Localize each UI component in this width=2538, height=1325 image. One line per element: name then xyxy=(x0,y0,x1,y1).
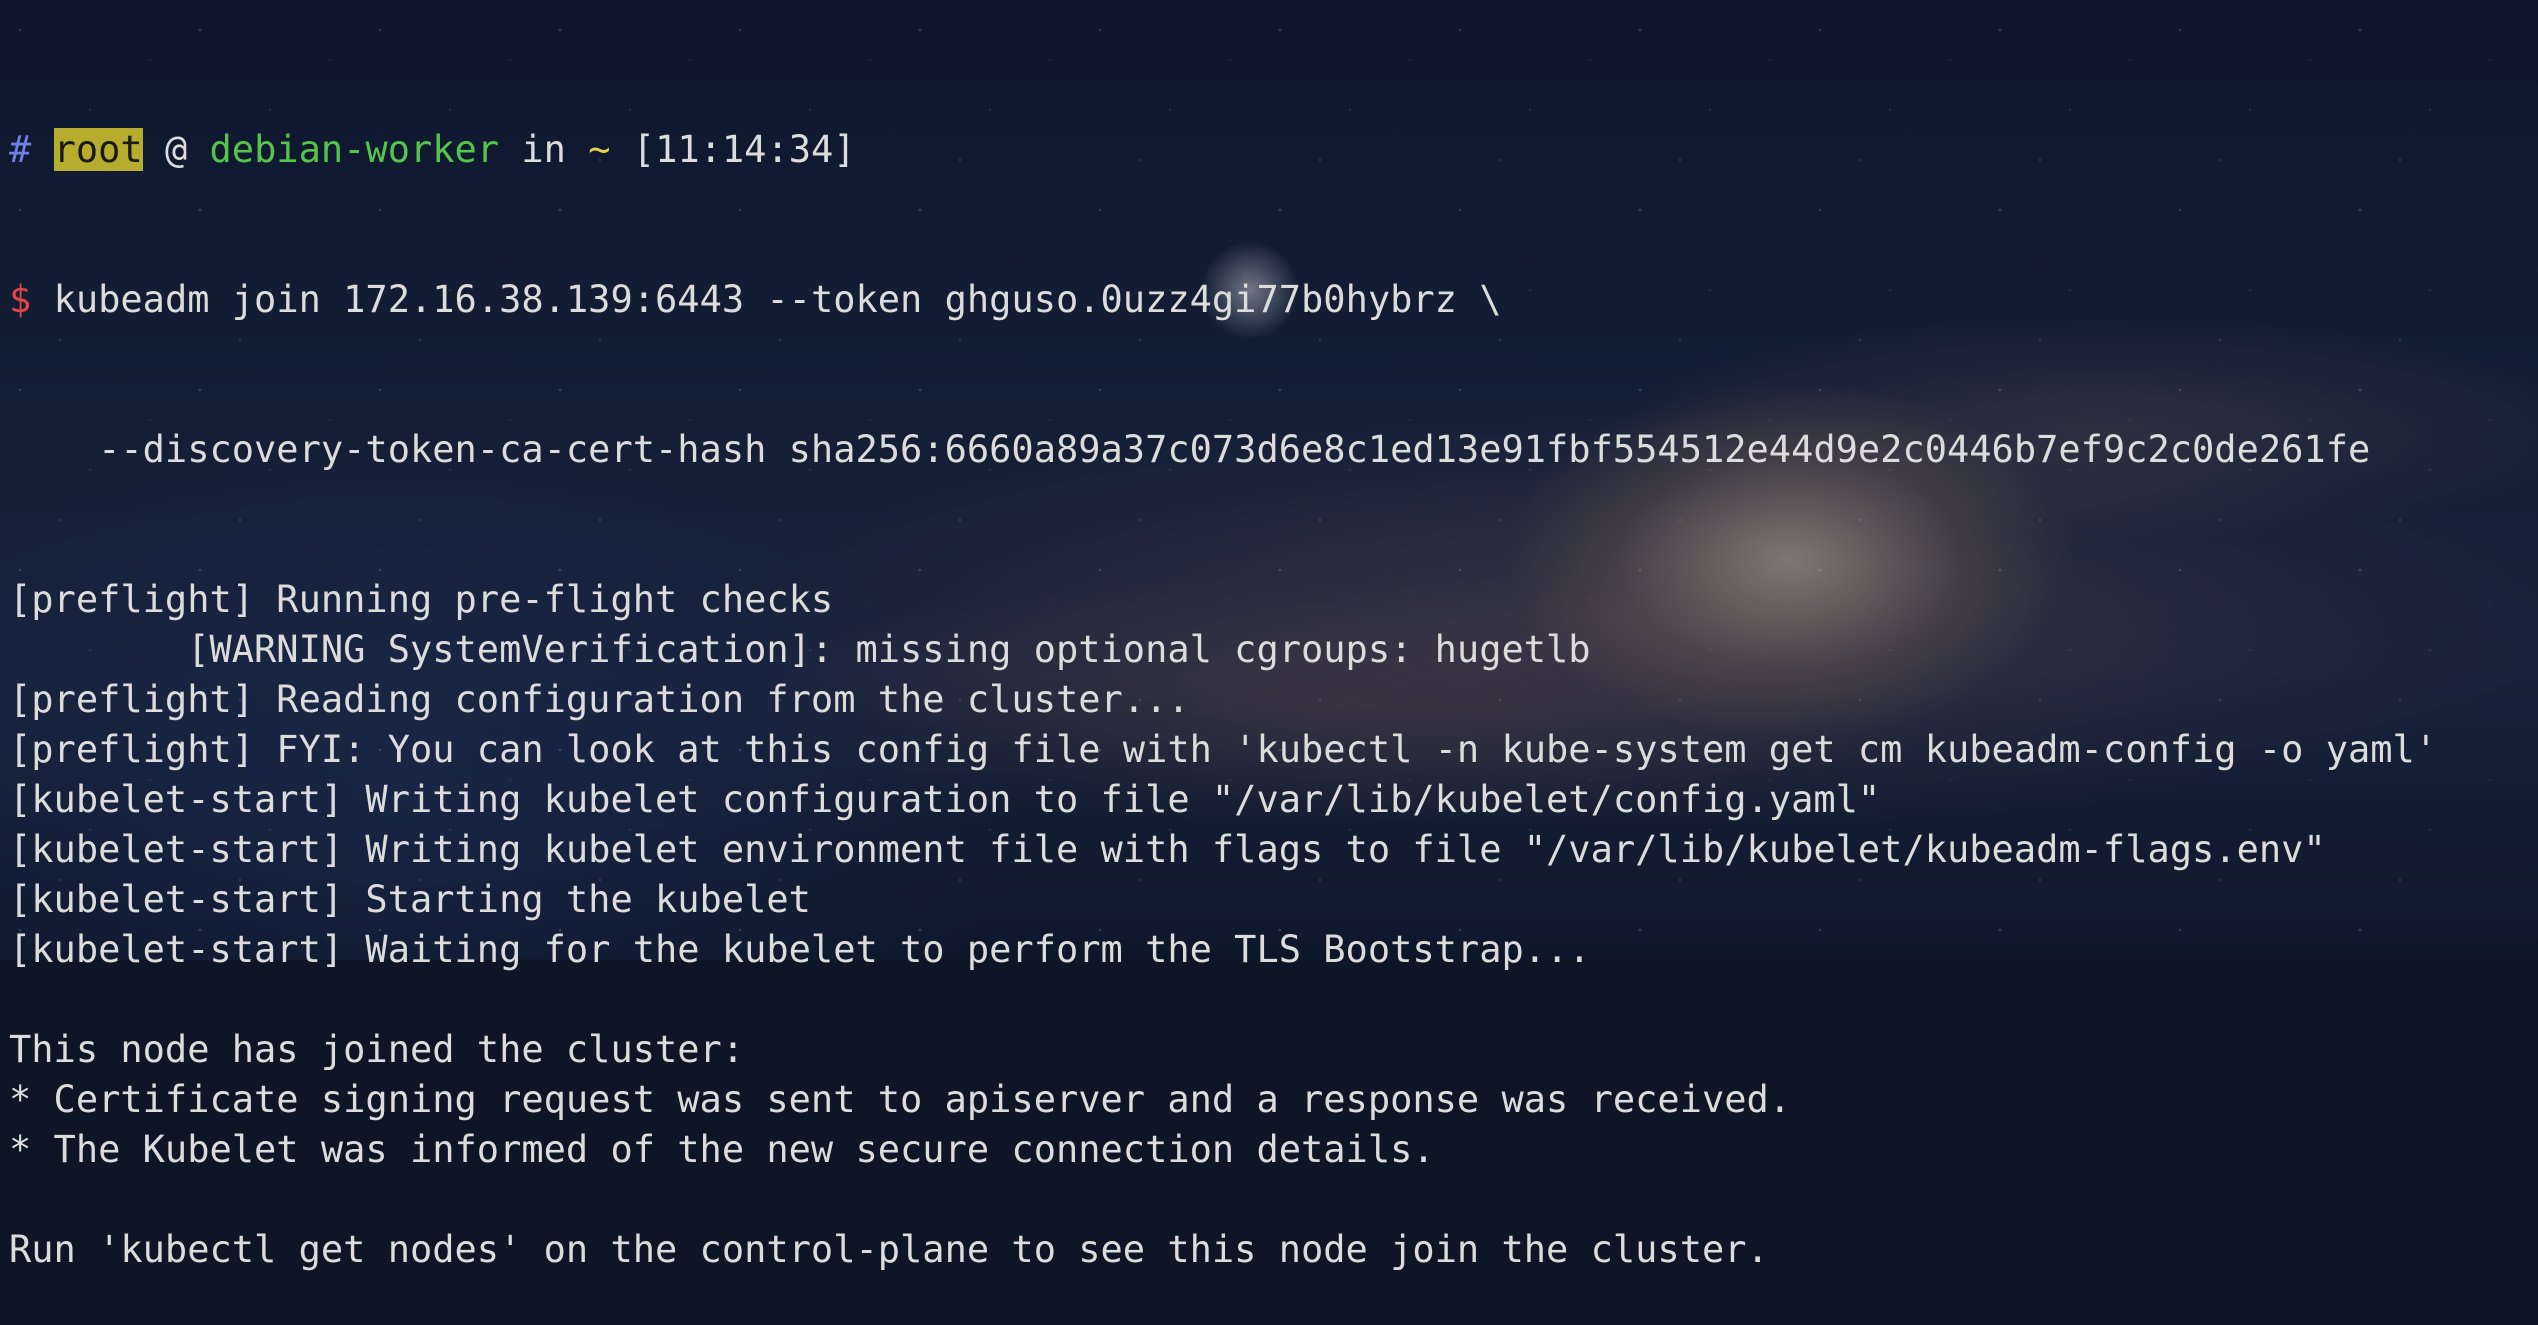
output-line: [preflight] Running pre-flight checks xyxy=(9,578,834,621)
output-line: [kubelet-start] Writing kubelet environm… xyxy=(9,828,2326,871)
output-line: * Certificate signing request was sent t… xyxy=(9,1078,1792,1121)
output-line: [kubelet-start] Writing kubelet configur… xyxy=(9,778,1881,821)
command-text-1: kubeadm join 172.16.38.139:6443 --token … xyxy=(53,278,1502,321)
output-line: [kubelet-start] Starting the kubelet xyxy=(9,878,811,921)
output-line: [preflight] FYI: You can look at this co… xyxy=(9,728,2438,771)
output-line: [preflight] Reading configuration from t… xyxy=(9,678,1190,721)
output-line: * The Kubelet was informed of the new se… xyxy=(9,1128,1435,1171)
output-line: [WARNING SystemVerification]: missing op… xyxy=(9,628,1591,671)
prompt-line: # root @ debian-worker in ~ [11:14:34] xyxy=(9,125,2538,175)
output-line: This node has joined the cluster: xyxy=(9,1028,745,1071)
prompt-hash: # xyxy=(9,128,32,171)
command-line-1: $ kubeadm join 172.16.38.139:6443 --toke… xyxy=(9,275,2538,325)
prompt-at: @ xyxy=(164,128,188,171)
prompt-dollar: $ xyxy=(9,278,32,321)
prompt-host: debian-worker xyxy=(209,128,500,171)
prompt-dir: ~ xyxy=(588,128,611,171)
prompt-in: in xyxy=(521,128,566,171)
prompt-time: [11:14:34] xyxy=(632,128,856,171)
output-line: [kubelet-start] Waiting for the kubelet … xyxy=(9,928,1591,971)
prompt-user: root xyxy=(53,128,143,171)
command-output: [preflight] Running pre-flight checks [W… xyxy=(9,575,2538,1275)
command-line-2: --discovery-token-ca-cert-hash sha256:66… xyxy=(9,428,2371,471)
output-line: Run 'kubectl get nodes' on the control-p… xyxy=(9,1228,1769,1271)
terminal-output[interactable]: # root @ debian-worker in ~ [11:14:34] $… xyxy=(9,25,2538,1325)
